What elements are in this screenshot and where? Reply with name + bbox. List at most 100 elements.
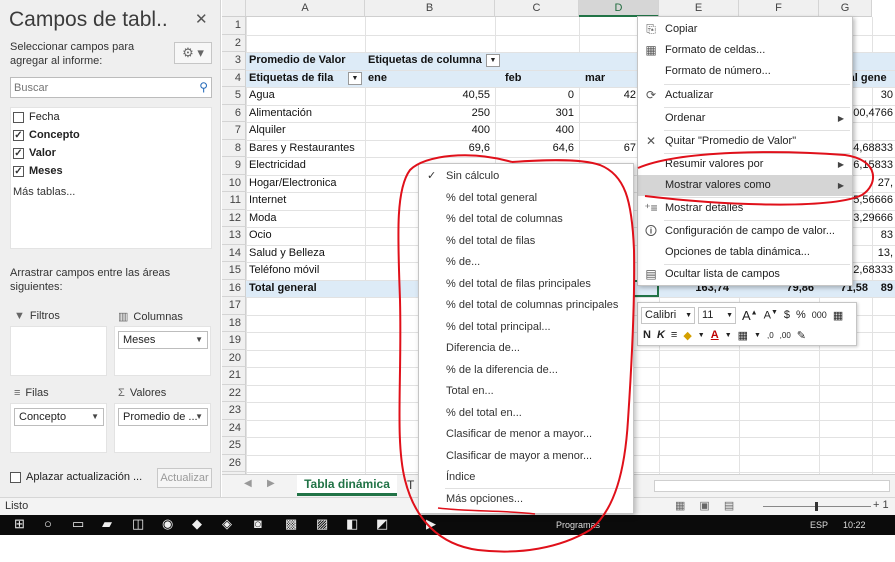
row-header[interactable]: 15 xyxy=(222,262,246,280)
pivot-row-label[interactable]: Teléfono móvil xyxy=(246,262,366,280)
normal-view-icon[interactable]: ▦ xyxy=(675,499,685,512)
explorer-icon[interactable]: ▰ xyxy=(102,516,112,532)
sheet-tab-second[interactable]: T xyxy=(407,478,414,492)
pivot-row-label[interactable]: Electricidad xyxy=(246,157,366,175)
filter-dropdown-icon[interactable]: ▼ xyxy=(348,71,362,85)
format-table-icon[interactable]: ▦ xyxy=(833,309,843,322)
row-header[interactable]: 19 xyxy=(222,332,246,350)
grand-total-label[interactable]: Total general xyxy=(246,280,364,298)
menu-item-refresh[interactable]: ⟳ Actualizar xyxy=(638,85,852,106)
row-header[interactable]: 20 xyxy=(222,349,246,367)
pivot-value-cell[interactable]: 69,6 xyxy=(365,140,493,158)
excel-icon[interactable]: ▩ xyxy=(285,516,297,532)
font-name-select[interactable]: Calibri ▼ xyxy=(641,306,695,324)
pivot-value-cell[interactable]: 400 xyxy=(365,122,493,140)
clock[interactable]: 10:22 xyxy=(843,520,866,530)
menu-item-summarize-by[interactable]: Resumir valores por ▶ xyxy=(638,154,852,175)
submenu-item[interactable]: % del total principal... xyxy=(419,317,633,339)
shrink-font-button[interactable]: A▼ xyxy=(764,309,778,322)
defer-checkbox[interactable] xyxy=(10,471,21,483)
zoom-knob[interactable] xyxy=(815,502,818,511)
percent-button[interactable]: % xyxy=(796,309,806,321)
row-header[interactable]: 22 xyxy=(222,384,246,402)
app-icon[interactable]: ◧ xyxy=(346,516,358,532)
row-header[interactable]: 10 xyxy=(222,174,246,192)
rows-chip-concepto[interactable]: Concepto ▼ xyxy=(14,408,104,426)
submenu-item[interactable]: ✓ Sin cálculo xyxy=(419,166,633,188)
update-button[interactable]: Actualizar xyxy=(157,468,212,488)
submenu-item[interactable]: % del total de columnas principales xyxy=(419,295,633,317)
values-chip-promedio[interactable]: Promedio de ... ▼ xyxy=(118,408,208,426)
pivot-row-label[interactable]: Bares y Restaurantes xyxy=(246,140,366,158)
row-header[interactable]: 5 xyxy=(222,87,246,105)
chevron-down-icon[interactable]: ▼ xyxy=(725,332,732,339)
field-checkbox[interactable]: ✓ xyxy=(13,165,24,177)
menu-item-sort[interactable]: Ordenar ▶ xyxy=(638,108,852,129)
field-item-meses[interactable]: ✓ Meses xyxy=(11,162,211,180)
menu-item-show-details[interactable]: ⁺≡ Mostrar detalles xyxy=(638,198,852,219)
row-header[interactable]: 1 xyxy=(222,17,246,35)
pivot-row-label[interactable]: Alimentación xyxy=(246,105,366,123)
column-header-g[interactable]: G xyxy=(819,0,872,17)
chevron-down-icon[interactable]: ▼ xyxy=(91,409,99,425)
row-header[interactable]: 21 xyxy=(222,367,246,385)
borders-icon[interactable]: ▦ xyxy=(738,329,748,342)
menu-item-pivot-options[interactable]: Opciones de tabla dinámica... xyxy=(638,242,852,263)
menu-item-number-format[interactable]: Formato de número... xyxy=(638,61,852,82)
row-header[interactable]: 6 xyxy=(222,104,246,122)
page-layout-icon[interactable]: ▣ xyxy=(699,499,709,512)
pivot-value-cell[interactable] xyxy=(579,122,639,140)
field-checkbox[interactable] xyxy=(13,111,24,123)
submenu-item[interactable]: % del total de columnas xyxy=(419,209,633,231)
filter-dropdown-icon[interactable]: ▼ xyxy=(486,54,500,67)
columns-chip-meses[interactable]: Meses ▼ xyxy=(118,331,208,349)
row-header[interactable]: 4 xyxy=(222,69,246,87)
pivot-value-cell[interactable]: 42 xyxy=(579,87,639,105)
row-header[interactable]: 8 xyxy=(222,139,246,157)
row-header[interactable]: 17 xyxy=(222,297,246,315)
pivot-row-label[interactable]: Agua xyxy=(246,87,366,105)
currency-button[interactable]: $ xyxy=(784,309,790,321)
row-header[interactable]: 13 xyxy=(222,227,246,245)
row-header[interactable]: 7 xyxy=(222,122,246,140)
pivot-value-cell[interactable]: 301 xyxy=(495,105,577,123)
decrease-decimal-button[interactable]: ,00 xyxy=(780,331,791,340)
pivot-row-label[interactable]: Internet xyxy=(246,192,366,210)
defer-update[interactable]: Aplazar actualización ... xyxy=(10,471,142,483)
task-view-icon[interactable]: ▭ xyxy=(72,516,84,532)
field-item-valor[interactable]: ✓ Valor xyxy=(11,144,211,162)
app-icon[interactable]: ◩ xyxy=(376,516,388,532)
font-color-icon[interactable]: A xyxy=(711,329,719,341)
pivot-value-cell[interactable]: 67 xyxy=(579,140,639,158)
menu-item-format-cells[interactable]: ▦ Formato de celdas... xyxy=(638,40,852,61)
pivot-row-label[interactable]: Moda xyxy=(246,210,366,228)
column-header-b[interactable]: B xyxy=(365,0,495,17)
chevron-down-icon[interactable]: ▼ xyxy=(195,332,203,348)
app-icon[interactable]: ▶ xyxy=(426,516,436,532)
pivot-column-labels-header[interactable]: Etiquetas de columna xyxy=(365,52,485,70)
row-header[interactable]: 26 xyxy=(222,454,246,472)
outlook-icon[interactable]: ◙ xyxy=(254,516,262,531)
search-input[interactable] xyxy=(11,78,191,97)
select-all-corner[interactable] xyxy=(222,0,246,17)
next-sheet-icon[interactable]: ▶ xyxy=(267,478,275,489)
input-language[interactable]: ESP xyxy=(810,520,828,530)
italic-button[interactable]: K xyxy=(657,329,665,341)
pivot-value-cell[interactable]: 250 xyxy=(365,105,493,123)
row-header[interactable]: 25 xyxy=(222,437,246,455)
submenu-item[interactable]: Índice xyxy=(419,467,633,489)
browser-icon[interactable]: ◉ xyxy=(162,516,173,532)
menu-item-remove-value[interactable]: ✕ Quitar "Promedio de Valor" xyxy=(638,131,852,152)
column-header-f[interactable]: F xyxy=(739,0,819,17)
row-header[interactable]: 14 xyxy=(222,244,246,262)
more-tables-link[interactable]: Más tablas... xyxy=(11,186,211,198)
chevron-down-icon[interactable]: ▼ xyxy=(195,409,203,425)
row-header[interactable]: 23 xyxy=(222,402,246,420)
field-checkbox[interactable]: ✓ xyxy=(13,129,24,141)
rows-area[interactable]: Concepto ▼ xyxy=(10,403,107,453)
chevron-down-icon[interactable]: ▼ xyxy=(754,332,761,339)
prev-sheet-icon[interactable]: ◀ xyxy=(244,478,252,489)
format-painter-icon[interactable]: ✎ xyxy=(797,329,806,342)
submenu-item[interactable]: Total en... xyxy=(419,381,633,403)
app-icon[interactable]: ◆ xyxy=(192,516,202,532)
